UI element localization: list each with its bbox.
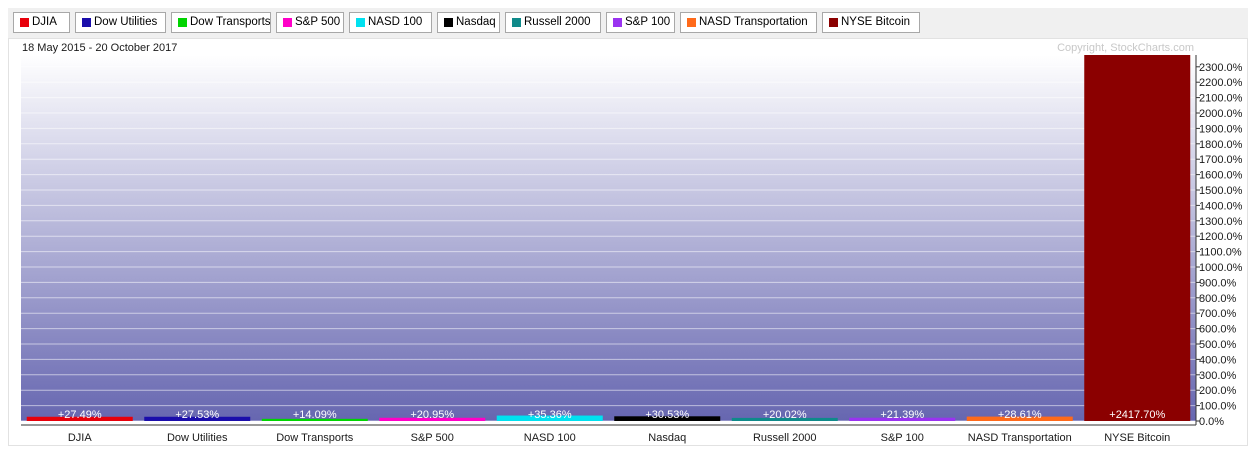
y-tick-label: 300.0% <box>1199 370 1237 382</box>
x-category-label: DJIA <box>68 432 93 444</box>
y-tick-label: 1100.0% <box>1199 247 1242 259</box>
legend-item[interactable]: NYSE Bitcoin <box>822 12 920 33</box>
legend-swatch <box>512 18 521 27</box>
legend-item[interactable]: Russell 2000 <box>505 12 601 33</box>
x-category-label: S&P 500 <box>411 432 454 444</box>
bar-value-label: +28.61% <box>998 409 1042 421</box>
plot-background <box>21 55 1196 421</box>
y-tick-label: 400.0% <box>1199 354 1237 366</box>
y-tick-label: 2200.0% <box>1199 77 1243 89</box>
x-category-label: Dow Transports <box>276 432 354 444</box>
y-tick-label: 1300.0% <box>1199 216 1243 228</box>
y-tick-label: 1000.0% <box>1199 262 1243 274</box>
x-category-label: Russell 2000 <box>753 432 817 444</box>
y-tick-label: 600.0% <box>1199 324 1237 336</box>
legend-label: S&P 500 <box>295 16 341 28</box>
bar-value-label: +2417.70% <box>1109 409 1165 421</box>
y-tick-label: 1900.0% <box>1199 123 1243 135</box>
bar-value-label: +30.53% <box>645 409 689 421</box>
legend-swatch <box>82 18 91 27</box>
legend-label: NASD Transportation <box>699 16 808 28</box>
y-tick-label: 2100.0% <box>1199 93 1243 105</box>
legend-label: Dow Utilities <box>94 16 158 28</box>
bar-value-label: +21.39% <box>880 409 924 421</box>
bar-value-label: +14.09% <box>293 409 337 421</box>
legend-label: Dow Transports <box>190 16 271 28</box>
y-tick-label: 1600.0% <box>1199 170 1243 182</box>
legend-label: S&P 100 <box>625 16 671 28</box>
legend-label: Russell 2000 <box>524 16 591 28</box>
bar-value-label: +20.02% <box>763 409 807 421</box>
y-tick-label: 1800.0% <box>1199 139 1243 151</box>
bar-value-label: +35.36% <box>528 409 572 421</box>
chart-svg: +27.49% +27.53% +14.09% +20.95% +35.36% +30.5… <box>21 42 1243 444</box>
bar-value-label: +20.95% <box>410 409 454 421</box>
legend-label: NASD 100 <box>368 16 423 28</box>
y-tick-label: 200.0% <box>1199 385 1237 397</box>
legend-swatch <box>829 18 838 27</box>
y-tick-label: 2000.0% <box>1199 108 1243 120</box>
legend-item[interactable]: DJIA <box>13 12 70 33</box>
legend-item[interactable]: Dow Utilities <box>75 12 166 33</box>
bar-value-label: +27.53% <box>175 409 219 421</box>
x-category-label: S&P 100 <box>881 432 924 444</box>
x-category-label: Nasdaq <box>648 432 686 444</box>
legend-item[interactable]: S&P 100 <box>606 12 675 33</box>
legend-item[interactable]: NASD 100 <box>349 12 432 33</box>
y-axis: 0.0% 100.0% 200.0% 300.0% 400.0% 500.0% 600.0%… <box>1195 55 1243 428</box>
y-tick-label: 2300.0% <box>1199 62 1243 74</box>
copyright-text: Copyright, StockCharts.com <box>1057 42 1194 54</box>
bar-value-label: +27.49% <box>58 409 102 421</box>
legend-bar: DJIA Dow Utilities Dow Transports S&P 500 NA… <box>8 8 1248 39</box>
x-axis: DJIA Dow Utilities Dow Transports S&P 500 NA… <box>21 424 1196 444</box>
y-tick-label: 100.0% <box>1199 401 1237 413</box>
legend-label: Nasdaq <box>456 16 496 28</box>
y-tick-label: 900.0% <box>1199 277 1237 289</box>
legend-item[interactable]: Nasdaq <box>437 12 500 33</box>
legend-swatch <box>444 18 453 27</box>
legend-swatch <box>687 18 696 27</box>
legend-label: NYSE Bitcoin <box>841 16 911 28</box>
x-category-label: Dow Utilities <box>167 432 228 444</box>
bar[interactable] <box>1084 55 1191 421</box>
x-category-label: NYSE Bitcoin <box>1104 432 1170 444</box>
y-tick-label: 0.0% <box>1199 416 1224 428</box>
legend-swatch <box>356 18 365 27</box>
legend-swatch <box>178 18 187 27</box>
legend-item[interactable]: Dow Transports <box>171 12 271 33</box>
legend-label: DJIA <box>32 16 57 28</box>
y-tick-label: 700.0% <box>1199 308 1237 320</box>
legend-item[interactable]: NASD Transportation <box>680 12 817 33</box>
performance-chart: +27.49% +27.53% +14.09% +20.95% +35.36% +30.5… <box>8 38 1248 446</box>
y-tick-label: 500.0% <box>1199 339 1237 351</box>
legend-swatch <box>283 18 292 27</box>
legend-swatch <box>20 18 29 27</box>
y-tick-label: 1500.0% <box>1199 185 1243 197</box>
legend-item[interactable]: S&P 500 <box>276 12 344 33</box>
date-range: 18 May 2015 - 20 October 2017 <box>22 42 177 54</box>
y-tick-label: 1700.0% <box>1199 154 1243 166</box>
y-tick-label: 1400.0% <box>1199 200 1243 212</box>
x-category-label: NASD Transportation <box>968 432 1072 444</box>
legend-swatch <box>613 18 622 27</box>
y-tick-label: 800.0% <box>1199 293 1237 305</box>
x-category-label: NASD 100 <box>524 432 576 444</box>
y-tick-label: 1200.0% <box>1199 231 1243 243</box>
